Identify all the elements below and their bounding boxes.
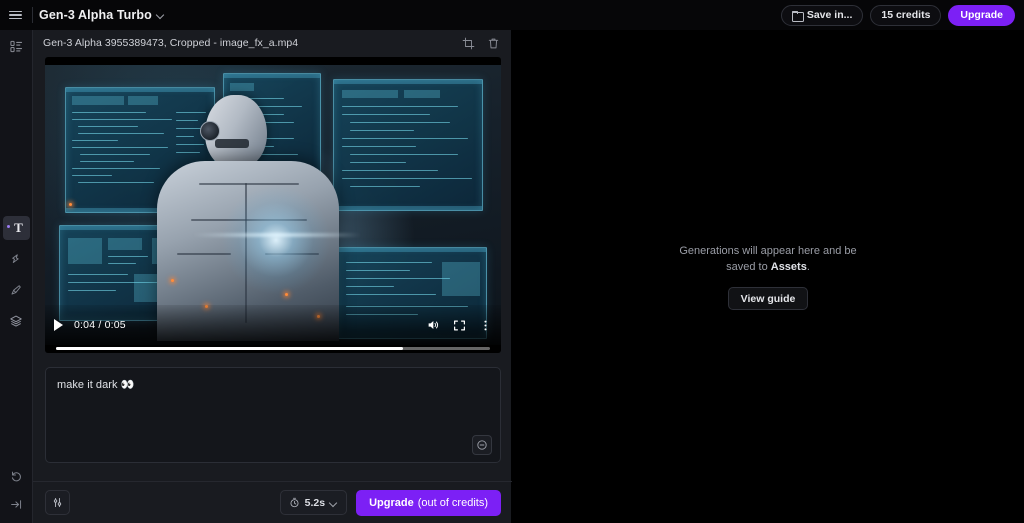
- list-panel-icon: [10, 40, 23, 53]
- empty-state-line1: Generations will appear here and be: [679, 245, 856, 257]
- upgrade-button[interactable]: Upgrade: [948, 5, 1015, 26]
- stopwatch-icon: [289, 497, 300, 508]
- kebab-menu-icon[interactable]: [479, 319, 492, 332]
- brush-icon: [9, 283, 23, 297]
- folder-icon: [792, 11, 802, 20]
- panel-header: Gen-3 Alpha 3955389473, Cropped - image_…: [33, 30, 511, 56]
- text-tool-icon: T: [14, 220, 23, 236]
- remove-image-icon[interactable]: [472, 435, 492, 455]
- sidebar-item-layers-tool[interactable]: [3, 309, 30, 333]
- upgrade-label: Upgrade: [960, 9, 1003, 21]
- fullscreen-icon[interactable]: [453, 319, 466, 332]
- play-icon[interactable]: [54, 319, 63, 331]
- sidebar-item-transform-tool[interactable]: [3, 247, 30, 271]
- video-player[interactable]: 0:04 / 0:05: [45, 57, 501, 353]
- settings-button[interactable]: [45, 490, 70, 515]
- view-guide-label: View guide: [741, 293, 796, 305]
- topbar-actions: Save in... 15 credits Upgrade: [781, 5, 1024, 26]
- letterbox-top: [45, 57, 501, 65]
- warm-light-5: [69, 203, 72, 206]
- video-time-display: 0:04 / 0:05: [74, 319, 126, 331]
- credits-label: 15 credits: [881, 9, 930, 21]
- left-rail: T: [0, 30, 33, 523]
- hamburger-menu-button[interactable]: [0, 0, 30, 30]
- empty-state-message: Generations will appear here and be save…: [679, 243, 856, 275]
- layers-icon: [9, 314, 23, 328]
- view-guide-button[interactable]: View guide: [728, 287, 809, 310]
- video-progress-bar[interactable]: [56, 347, 490, 350]
- active-dot-icon: [7, 225, 10, 228]
- warm-light-3: [285, 293, 288, 296]
- model-name-label: Gen-3 Alpha Turbo: [39, 8, 152, 22]
- generate-button[interactable]: Upgrade (out of credits): [356, 490, 501, 516]
- generate-sublabel: (out of credits): [418, 497, 488, 509]
- generation-actions: 5.2s Upgrade (out of credits): [280, 490, 501, 516]
- collapse-right-icon: [10, 498, 23, 511]
- video-controls: 0:04 / 0:05: [45, 305, 501, 345]
- robot-ear: [200, 121, 220, 141]
- robot-light-streak: [193, 233, 361, 237]
- editor-panel: Gen-3 Alpha 3955389473, Cropped - image_…: [33, 30, 512, 523]
- volume-icon[interactable]: [426, 318, 440, 332]
- video-progress-fill: [56, 347, 403, 350]
- sidebar-item-sessions[interactable]: [0, 32, 33, 60]
- empty-state-line2-suffix: .: [807, 261, 810, 273]
- asset-title: Gen-3 Alpha 3955389473, Cropped - image_…: [43, 37, 298, 49]
- hamburger-icon: [9, 11, 22, 20]
- generation-toolbar: 5.2s Upgrade (out of credits): [33, 482, 512, 523]
- credits-button[interactable]: 15 credits: [870, 5, 941, 26]
- trash-icon[interactable]: [487, 37, 500, 50]
- monitor-code-right: [333, 79, 483, 211]
- save-in-label: Save in...: [807, 9, 853, 21]
- generations-canvas: Generations will appear here and be save…: [512, 30, 1024, 523]
- robot-head: [205, 95, 267, 167]
- crop-icon[interactable]: [462, 37, 475, 50]
- transform-icon: [9, 252, 23, 266]
- panel-header-actions: [462, 37, 500, 50]
- model-selector[interactable]: Gen-3 Alpha Turbo: [39, 8, 165, 22]
- prompt-textarea[interactable]: make it dark 👀: [45, 367, 501, 463]
- assets-link[interactable]: Assets: [771, 261, 807, 273]
- prompt-value: make it dark 👀: [57, 378, 134, 391]
- chevron-down-icon: [330, 499, 338, 507]
- generate-label: Upgrade: [369, 497, 414, 509]
- top-bar: Gen-3 Alpha Turbo Save in... 15 credits …: [0, 0, 1024, 30]
- sidebar-item-brush-tool[interactable]: [3, 278, 30, 302]
- video-controls-right: [426, 318, 492, 332]
- duration-selector[interactable]: 5.2s: [280, 490, 347, 515]
- duration-value: 5.2s: [305, 497, 325, 509]
- sidebar-item-history[interactable]: [0, 462, 33, 490]
- warm-light-1: [171, 279, 174, 282]
- save-in-button[interactable]: Save in...: [781, 5, 864, 26]
- history-undo-icon: [10, 470, 23, 483]
- sidebar-item-collapse[interactable]: [0, 490, 33, 518]
- robot-visor: [215, 139, 249, 148]
- chevron-down-icon: [157, 11, 165, 19]
- empty-state-line2-prefix: saved to: [726, 261, 771, 273]
- topbar-divider: [32, 7, 33, 23]
- sidebar-item-text-tool[interactable]: T: [3, 216, 30, 240]
- robot-light-glow: [221, 185, 331, 295]
- sliders-icon: [51, 496, 64, 509]
- app-root: Gen-3 Alpha Turbo Save in... 15 credits …: [0, 0, 1024, 523]
